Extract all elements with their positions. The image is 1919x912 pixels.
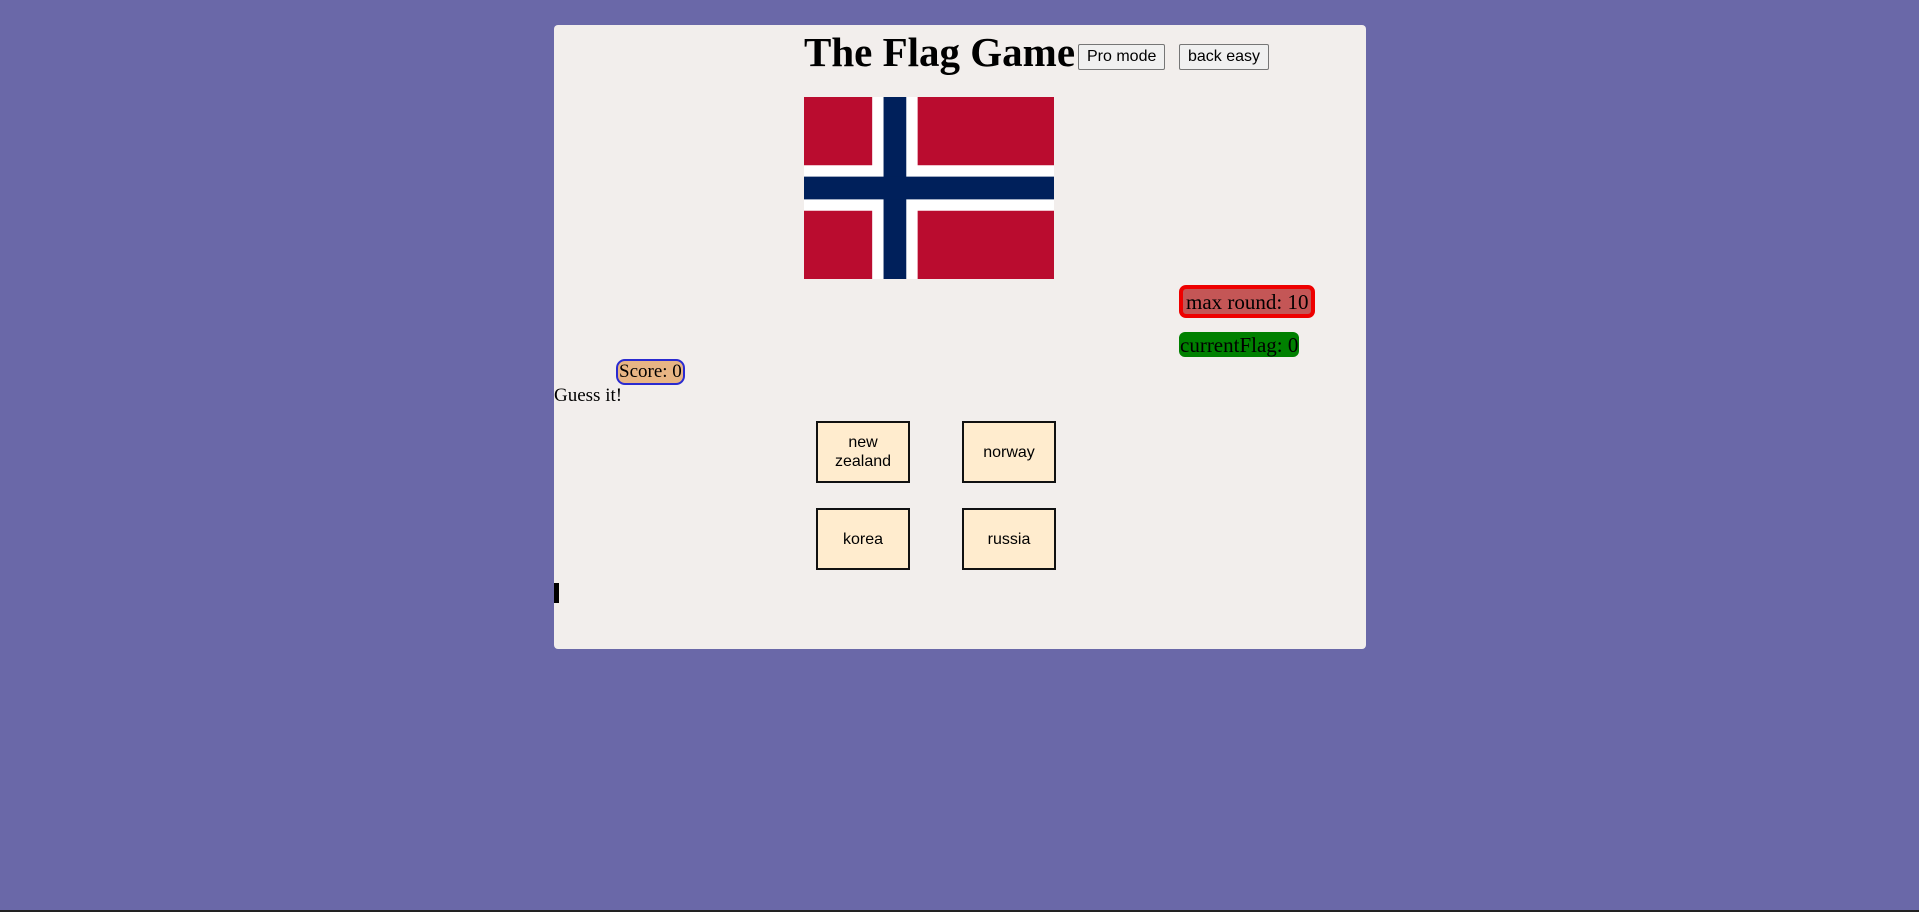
- guess-prompt: Guess it!: [554, 385, 623, 406]
- answer-button-korea[interactable]: korea: [816, 508, 910, 570]
- pro-mode-button[interactable]: Pro mode: [1078, 44, 1166, 70]
- norway-flag: [804, 97, 1054, 279]
- current-flag-badge: currentFlag: 0: [1179, 332, 1300, 357]
- answer-button-new-zealand[interactable]: new zealand: [816, 421, 910, 483]
- max-round-badge: max round: 10: [1179, 285, 1316, 318]
- flag-image: [804, 97, 1054, 279]
- game-panel: The Flag Game Pro mode back easy max rou…: [554, 25, 1366, 649]
- answer-button-norway[interactable]: norway: [962, 421, 1056, 483]
- page-title: The Flag Game: [804, 29, 1076, 75]
- answer-button-russia[interactable]: russia: [962, 508, 1056, 570]
- score-badge: Score: 0: [616, 359, 685, 385]
- back-easy-button[interactable]: back easy: [1179, 44, 1270, 70]
- text-cursor: [554, 583, 559, 603]
